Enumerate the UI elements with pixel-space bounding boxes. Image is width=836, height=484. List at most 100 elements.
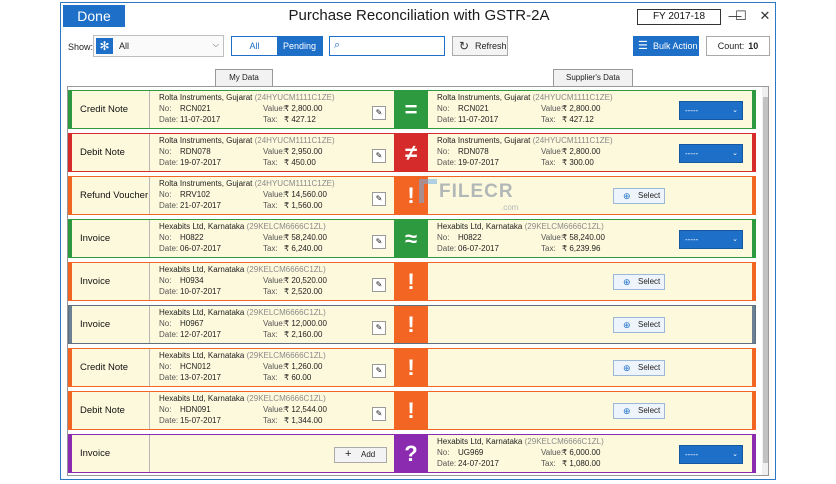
match-action-dropdown[interactable]: ----- ⌄ xyxy=(679,445,743,464)
doc-value: ₹ 1,260.00 xyxy=(284,362,323,371)
party-name: Hexabits Ltd, Karnataka xyxy=(159,308,245,317)
refresh-button[interactable]: ↻ Refresh xyxy=(452,36,508,56)
reconciliation-row[interactable]: Invoice Hexabits Ltd, Karnataka (29KELCM6… xyxy=(68,305,756,344)
scrollbar[interactable] xyxy=(762,87,768,475)
tab-pending[interactable]: Pending xyxy=(277,37,322,55)
reconciliation-row[interactable]: Invoice + Add? Hexabits Ltd, Karnataka (29K… xyxy=(68,434,756,473)
reconciliation-row[interactable]: Debit Note Rolta Instruments, Gujarat (24… xyxy=(68,133,756,172)
reconciliation-row[interactable]: Refund Voucher Rolta Instruments, Gujarat… xyxy=(68,176,756,215)
doc-number-label: No: xyxy=(159,276,172,285)
match-status-icon: ≠ xyxy=(394,134,428,171)
maximize-icon[interactable]: ☐ xyxy=(731,7,751,25)
edit-icon[interactable]: ✎ xyxy=(372,364,386,378)
supplier-party: Rolta Instruments, Gujarat (24HYUCM1111C… xyxy=(437,92,613,103)
reconciliation-row[interactable]: Credit Note Hexabits Ltd, Karnataka (29KE… xyxy=(68,348,756,387)
select-button[interactable]: ⊕ Select xyxy=(613,317,665,333)
doc-number: UG969 xyxy=(458,448,484,457)
row-status-bar-right xyxy=(752,306,755,343)
doc-number: HCN012 xyxy=(180,362,211,371)
match-action-dropdown[interactable]: ----- ⌄ xyxy=(679,144,743,163)
edit-icon[interactable]: ✎ xyxy=(372,192,386,206)
window-title: Purchase Reconciliation with GSTR-2A xyxy=(288,7,550,24)
edit-icon[interactable]: ✎ xyxy=(372,278,386,292)
doc-value: ₹ 2,800.00 xyxy=(284,104,323,113)
doc-tax: ₹ 2,160.00 xyxy=(284,330,323,339)
bulk-action-button[interactable]: ☰ Bulk Action xyxy=(633,36,699,56)
doc-number-label: No: xyxy=(159,319,172,328)
match-action-dropdown[interactable]: ----- ⌄ xyxy=(679,230,743,249)
select-button[interactable]: ⊕ Select xyxy=(613,403,665,419)
mine-party: Hexabits Ltd, Karnataka (29KELCM6666C1ZL… xyxy=(159,350,326,361)
doc-number: H0822 xyxy=(458,233,482,242)
doc-value: ₹ 2,950.00 xyxy=(284,147,323,156)
fiscal-year-badge[interactable]: FY 2017-18 xyxy=(637,9,721,25)
reconciliation-row[interactable]: Credit Note Rolta Instruments, Gujarat (2… xyxy=(68,90,756,129)
doc-tax-label: Tax: xyxy=(263,373,278,382)
reconciliation-row[interactable]: Invoice Hexabits Ltd, Karnataka (29KELCM6… xyxy=(68,262,756,301)
row-status-bar-right xyxy=(752,392,755,429)
asterisk-icon: ✻ xyxy=(96,38,113,54)
select-label: Select xyxy=(638,406,661,415)
tab-my-data[interactable]: My Data xyxy=(215,69,273,86)
doc-tax: ₹ 6,240.00 xyxy=(284,244,323,253)
reconciliation-row[interactable]: Invoice Hexabits Ltd, Karnataka (29KELCM6… xyxy=(68,219,756,258)
gstin: (29KELCM6666C1ZL) xyxy=(246,308,326,317)
edit-icon[interactable]: ✎ xyxy=(372,106,386,120)
mine-party: Hexabits Ltd, Karnataka (29KELCM6666C1ZL… xyxy=(159,393,326,404)
tab-all[interactable]: All xyxy=(232,37,277,55)
select-button[interactable]: ⊕ Select xyxy=(613,188,665,204)
doc-date-label: Date: xyxy=(159,244,179,253)
doc-tax: ₹ 1,080.00 xyxy=(562,459,601,468)
party-name: Rolta Instruments, Gujarat xyxy=(159,93,253,102)
gstin: (29KELCM6666C1ZL) xyxy=(524,222,604,231)
select-button[interactable]: ⊕ Select xyxy=(613,274,665,290)
gstin: (24HYUCM1111C1ZE) xyxy=(532,93,613,102)
menu-icon: ☰ xyxy=(638,40,648,52)
chevron-down-icon: ⌵ xyxy=(212,40,219,49)
select-label: Select xyxy=(638,363,661,372)
match-status-icon: ! xyxy=(394,349,428,386)
doc-number-label: No: xyxy=(159,104,172,113)
doc-value: ₹ 12,000.00 xyxy=(284,319,327,328)
close-icon[interactable]: ✕ xyxy=(755,7,775,25)
doc-date: 24-07-2017 xyxy=(458,459,499,468)
add-button[interactable]: + Add xyxy=(334,447,387,463)
reconciliation-row[interactable]: Debit Note Hexabits Ltd, Karnataka (29KEL… xyxy=(68,391,756,430)
doc-tax-label: Tax: xyxy=(263,244,278,253)
dropdown-value: ----- xyxy=(685,106,699,115)
plus-icon: + xyxy=(345,448,352,460)
doc-tax: ₹ 1,560.00 xyxy=(284,201,323,210)
supplier-party: Hexabits Ltd, Karnataka (29KELCM6666C1ZL… xyxy=(437,436,604,447)
doc-date: 10-07-2017 xyxy=(180,287,221,296)
target-icon: ⊕ xyxy=(623,406,631,416)
done-button[interactable]: Done xyxy=(63,5,125,27)
edit-icon[interactable]: ✎ xyxy=(372,321,386,335)
doc-number-label: No: xyxy=(159,147,172,156)
show-filter-select[interactable]: ✻ All ⌵ xyxy=(93,35,224,57)
voucher-type: Debit Note xyxy=(72,392,150,429)
mine-party: Hexabits Ltd, Karnataka (29KELCM6666C1ZL… xyxy=(159,221,326,232)
edit-icon[interactable]: ✎ xyxy=(372,149,386,163)
doc-number: H0967 xyxy=(180,319,204,328)
gstin: (24HYUCM1111C1ZE) xyxy=(532,136,613,145)
row-status-bar-right xyxy=(752,263,755,300)
target-icon: ⊕ xyxy=(623,363,631,373)
count-display: Count: 10 xyxy=(706,36,770,56)
gstin: (29KELCM6666C1ZL) xyxy=(246,351,326,360)
tab-suppliers-data[interactable]: Supplier's Data xyxy=(553,69,633,86)
gstin: (29KELCM6666C1ZL) xyxy=(246,222,326,231)
edit-icon[interactable]: ✎ xyxy=(372,235,386,249)
voucher-type: Invoice xyxy=(72,306,150,343)
doc-tax: ₹ 427.12 xyxy=(562,115,594,124)
doc-number-label: No: xyxy=(159,362,172,371)
doc-value-label: Value: xyxy=(263,104,286,113)
chevron-down-icon: ⌄ xyxy=(732,150,738,157)
edit-icon[interactable]: ✎ xyxy=(372,407,386,421)
select-button[interactable]: ⊕ Select xyxy=(613,360,665,376)
voucher-type: Credit Note xyxy=(72,349,150,386)
scrollbar-thumb[interactable] xyxy=(763,97,768,463)
doc-tax-label: Tax: xyxy=(263,201,278,210)
search-input[interactable]: ⌕ xyxy=(329,36,445,56)
mine-party: Rolta Instruments, Gujarat (24HYUCM1111C… xyxy=(159,135,335,146)
match-action-dropdown[interactable]: ----- ⌄ xyxy=(679,101,743,120)
